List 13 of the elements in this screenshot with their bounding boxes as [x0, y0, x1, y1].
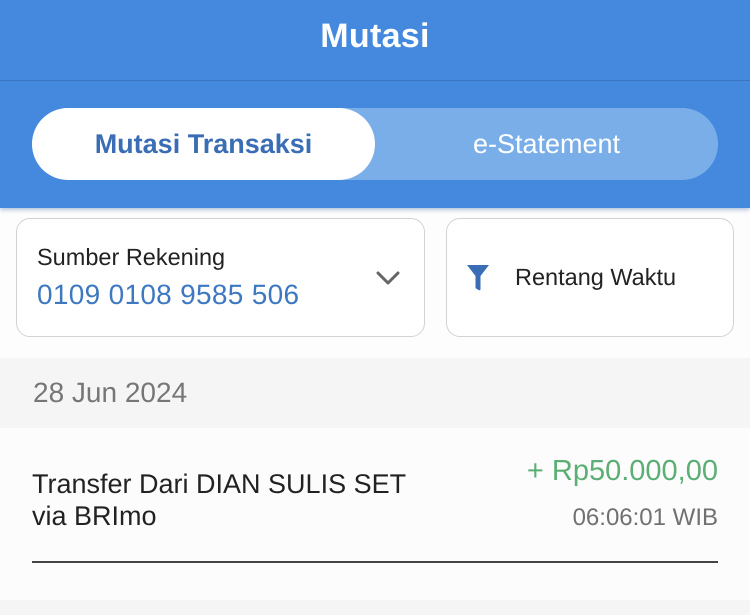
tab[interactable]: Mutasi Transaksi — [32, 108, 375, 180]
date-label: 28 Jun 2024 — [33, 377, 188, 409]
account-number: 0109 0108 9585 506 — [37, 279, 300, 311]
transaction-time: 06:06:01 WIB — [572, 504, 718, 532]
transaction-amount: + Rp50.000,00 — [526, 455, 718, 488]
chevron-down-icon — [376, 270, 400, 284]
account-label: Sumber Rekening — [37, 244, 226, 271]
transaction-description: Transfer Dari DIAN SULIS SET via BRImo — [32, 468, 407, 532]
transaction-row[interactable]: Transfer Dari DIAN SULIS SET via BRImo + Rp50.000,00 06:06:01 WIB — [0, 428, 750, 600]
page-title: Mutasi — [320, 16, 430, 56]
date-range-button[interactable]: Rentang Waktu — [446, 218, 734, 337]
filter-icon — [467, 264, 489, 290]
account-dropdown[interactable]: Sumber Rekening 0109 0108 9585 506 — [16, 218, 425, 337]
